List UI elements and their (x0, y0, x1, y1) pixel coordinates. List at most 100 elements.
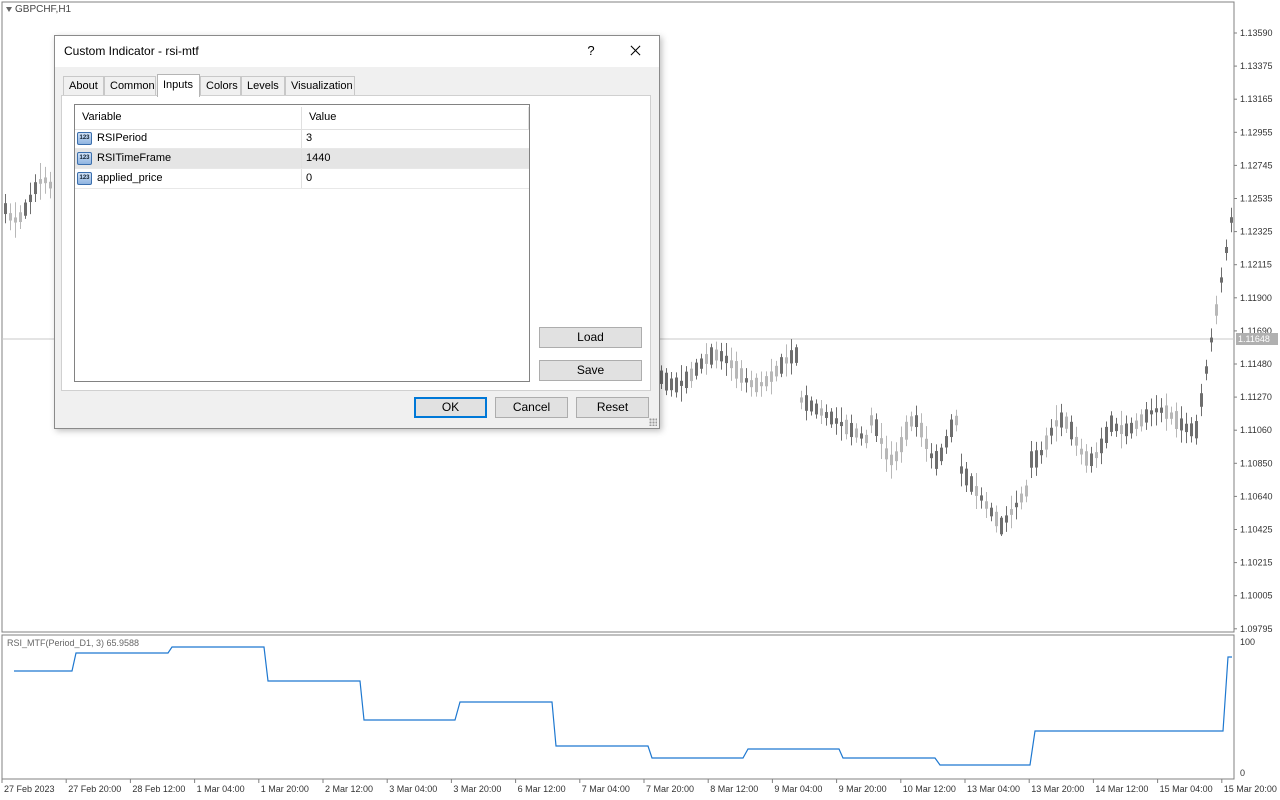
candle-body (730, 360, 733, 369)
grid-header: Variable Value (75, 105, 529, 130)
candle-body (660, 370, 663, 384)
candle-body (1115, 423, 1118, 432)
candle-body (850, 422, 853, 438)
table-row[interactable]: 123 applied_price 0 (75, 169, 529, 189)
inputs-grid[interactable]: Variable Value 123 RSIPeriod 3 123 RSITi… (74, 104, 530, 382)
tab-visualization[interactable]: Visualization (285, 76, 355, 95)
candle-body (745, 378, 748, 383)
candle-body (1030, 451, 1033, 468)
candle-body (825, 412, 828, 418)
candle-body (780, 357, 783, 374)
time-tick-label: 1 Mar 04:00 (197, 784, 245, 794)
candle-body (840, 421, 843, 427)
price-tick-label: 1.12115 (1240, 260, 1272, 270)
candle-body (805, 395, 808, 411)
candle-body (985, 501, 988, 509)
dialog-titlebar[interactable]: Custom Indicator - rsi-mtf ? (55, 36, 659, 67)
candle-body (810, 400, 813, 412)
candle-body (1095, 452, 1098, 459)
price-tick-label: 1.13590 (1240, 28, 1273, 38)
candle-body (1020, 493, 1023, 503)
candle-body (24, 202, 27, 216)
candle-body (49, 181, 52, 189)
time-tick-label: 8 Mar 12:00 (710, 784, 758, 794)
candle-body (1065, 416, 1068, 429)
indicator-tick-label: 100 (1240, 637, 1255, 647)
price-tick-label: 1.12535 (1240, 194, 1273, 204)
price-tick-label: 1.09795 (1240, 624, 1273, 634)
candle-body (915, 415, 918, 428)
candle-body (1130, 422, 1133, 434)
candle-body (1090, 453, 1093, 467)
tab-about[interactable]: About (63, 76, 104, 95)
dialog-title: Custom Indicator - rsi-mtf (64, 44, 199, 58)
integer-icon: 123 (77, 172, 92, 185)
candle-body (725, 355, 728, 364)
candle-body (1075, 436, 1078, 446)
candle-body (905, 421, 908, 440)
table-row[interactable]: 123 RSITimeFrame 1440 (75, 149, 529, 169)
price-tick-label: 1.12325 (1240, 227, 1273, 237)
symbol-label[interactable]: GBPCHF,H1 (6, 4, 71, 15)
candle-body (1050, 427, 1053, 436)
candle-body (920, 422, 923, 438)
candle-body (820, 408, 823, 416)
reset-button[interactable]: Reset (576, 397, 649, 418)
candle-body (970, 476, 973, 492)
time-tick-label: 6 Mar 12:00 (518, 784, 566, 794)
candle-body (885, 448, 888, 460)
candle-body (1220, 277, 1223, 283)
candle-body (775, 365, 778, 377)
close-icon[interactable] (621, 40, 649, 62)
candle-body (685, 371, 688, 389)
time-tick-label: 27 Feb 20:00 (68, 784, 121, 794)
candle-body (4, 203, 7, 215)
indicator-tick-label: 0 (1240, 768, 1245, 778)
inputs-panel: Variable Value 123 RSIPeriod 3 123 RSITi… (61, 95, 651, 391)
candle-body (14, 217, 17, 223)
save-button[interactable]: Save (539, 360, 642, 381)
variable-value[interactable]: 0 (301, 169, 312, 188)
price-tick-label: 1.11900 (1240, 293, 1272, 303)
help-button[interactable]: ? (581, 40, 601, 62)
column-variable[interactable]: Variable (75, 105, 301, 129)
candle-body (1040, 450, 1043, 456)
ok-button[interactable]: OK (414, 397, 487, 418)
candle-body (750, 380, 753, 388)
candle-body (1160, 407, 1163, 413)
candle-body (1120, 425, 1123, 435)
candle-body (1230, 217, 1233, 223)
candle-body (1190, 423, 1193, 437)
candle-body (1210, 337, 1213, 343)
tab-inputs[interactable]: Inputs (157, 74, 200, 97)
price-tick-label: 1.10005 (1240, 591, 1273, 601)
variable-name: RSITimeFrame (97, 152, 172, 164)
tab-colors[interactable]: Colors (200, 76, 241, 95)
cancel-button[interactable]: Cancel (495, 397, 568, 418)
variable-value[interactable]: 1440 (301, 149, 330, 168)
candle-body (680, 380, 683, 386)
integer-icon: 123 (77, 152, 92, 165)
time-tick-label: 13 Mar 20:00 (1031, 784, 1084, 794)
candle-body (1165, 405, 1168, 419)
candle-body (1070, 421, 1073, 440)
candle-body (950, 419, 953, 438)
time-tick-label: 27 Feb 2023 (4, 784, 55, 794)
table-row[interactable]: 123 RSIPeriod 3 (75, 129, 529, 149)
price-tick-label: 1.13375 (1240, 61, 1273, 71)
load-button[interactable]: Load (539, 327, 642, 348)
candle-body (1175, 411, 1178, 430)
candle-body (965, 468, 968, 486)
candle-body (675, 377, 678, 393)
tab-common[interactable]: Common (104, 76, 156, 95)
tab-levels[interactable]: Levels (241, 76, 285, 95)
candle-body (1180, 418, 1183, 431)
candle-body (1055, 420, 1058, 427)
variable-value[interactable]: 3 (301, 129, 312, 148)
resize-grip-icon[interactable] (649, 418, 657, 426)
column-value[interactable]: Value (302, 105, 528, 129)
time-tick-label: 10 Mar 12:00 (903, 784, 956, 794)
price-tick-label: 1.10215 (1240, 558, 1273, 568)
candle-body (1145, 409, 1148, 423)
candle-body (690, 368, 693, 382)
